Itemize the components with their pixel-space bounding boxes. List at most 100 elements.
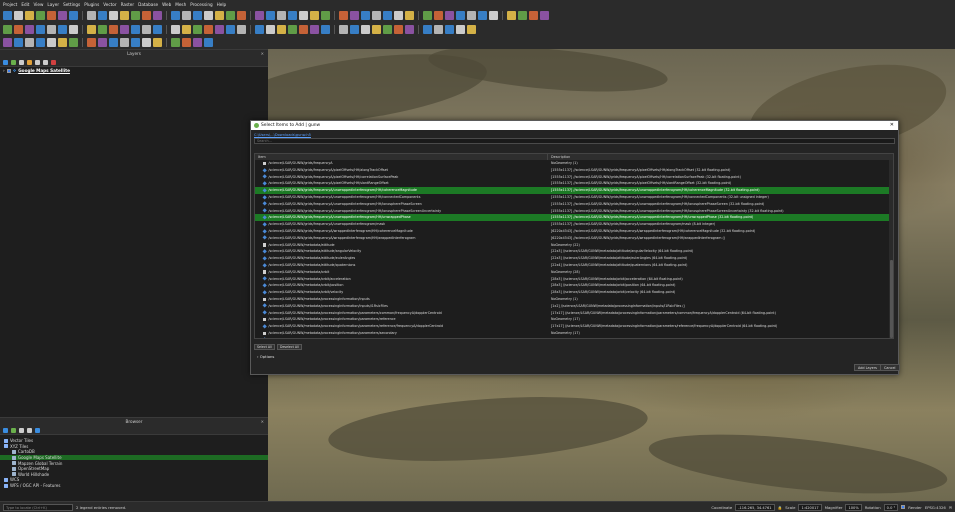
layer-visibility-checkbox[interactable]: [6, 68, 11, 73]
menu-web[interactable]: Web: [162, 2, 171, 7]
table-row[interactable]: /science/LSAR/GUNW/metadata/processingIn…: [255, 296, 893, 303]
deselect-all-button[interactable]: Deselect All: [277, 344, 302, 350]
zoom-in-icon[interactable]: [3, 38, 12, 47]
select-icon[interactable]: [456, 24, 465, 34]
messages-icon[interactable]: ✉: [949, 505, 952, 510]
zoom-in-icon[interactable]: [58, 10, 67, 20]
select-icon[interactable]: [109, 10, 118, 20]
table-row[interactable]: /science/LSAR/GUNW/grids/frequencyA/unwr…: [255, 214, 893, 222]
python-icon[interactable]: [182, 10, 191, 20]
menu-processing[interactable]: Processing: [190, 2, 212, 7]
table-row[interactable]: /science/LSAR/GUNW/metadata/attitude/ang…: [255, 248, 893, 255]
pan-icon[interactable]: [434, 10, 443, 20]
python-icon[interactable]: [142, 24, 151, 34]
measure-icon[interactable]: [288, 10, 297, 20]
new-project-icon[interactable]: [350, 24, 359, 34]
digitize-icon[interactable]: [87, 38, 96, 47]
open-project-icon[interactable]: [14, 10, 23, 20]
identify-icon[interactable]: [237, 24, 246, 34]
plugin-icon[interactable]: [321, 24, 330, 34]
pan-icon[interactable]: [182, 38, 191, 47]
table-row[interactable]: /science/LSAR/GUNW/metadata/attitude NoGe…: [255, 242, 893, 249]
refresh-icon[interactable]: [467, 24, 476, 34]
menu-database[interactable]: Database: [138, 2, 158, 7]
select-icon[interactable]: [47, 38, 56, 47]
digitize-icon[interactable]: [142, 10, 151, 20]
table-row[interactable]: /science/LSAR/GUNW/grids/frequencyA NoGeo…: [255, 160, 893, 167]
select-icon[interactable]: [266, 24, 275, 34]
cancel-button[interactable]: Cancel: [880, 364, 900, 371]
locator-search-input[interactable]: Type to locate (Ctrl+K): [3, 503, 73, 511]
table-row[interactable]: /science/LSAR/GUNW/grids/frequencyA/unwr…: [255, 221, 893, 228]
add-layer-icon[interactable]: [321, 10, 330, 20]
print-layout-icon[interactable]: [423, 10, 432, 20]
refresh-icon[interactable]: [507, 10, 516, 20]
print-layout-icon[interactable]: [36, 10, 45, 20]
zoom-out-icon[interactable]: [456, 10, 465, 20]
measure-icon[interactable]: [98, 10, 107, 20]
table-row[interactable]: /science/LSAR/GUNW/grids/frequencyA/wrap…: [255, 235, 893, 242]
identify-icon[interactable]: [47, 24, 56, 34]
select-icon[interactable]: [489, 10, 498, 20]
browser-item[interactable]: WFS / OGC API - Features: [0, 483, 268, 489]
zoom-out-icon[interactable]: [69, 10, 78, 20]
table-row[interactable]: /science/LSAR/GUNW/grids/frequencyA/unwr…: [255, 208, 893, 215]
measure-icon[interactable]: [255, 24, 264, 34]
scale-field[interactable]: 1:420017: [798, 503, 822, 511]
refresh-icon[interactable]: [58, 38, 67, 47]
print-layout-icon[interactable]: [193, 24, 202, 34]
table-row[interactable]: /science/LSAR/GUNW/metadata/orbit/positi…: [255, 282, 893, 289]
close-icon[interactable]: ✕: [261, 50, 264, 58]
table-row[interactable]: /science/LSAR/GUNW/metadata/orbit NoGeome…: [255, 269, 893, 276]
digitize-icon[interactable]: [529, 10, 538, 20]
new-project-icon[interactable]: [383, 10, 392, 20]
label-icon[interactable]: [310, 24, 319, 34]
manage-map-themes-icon[interactable]: [19, 59, 24, 65]
save-project-icon[interactable]: [25, 10, 34, 20]
close-icon[interactable]: ✕: [261, 418, 264, 426]
table-row[interactable]: /science/LSAR/GUNW/metadata/processingIn…: [255, 310, 893, 317]
label-icon[interactable]: [98, 38, 107, 47]
zoom-out-icon[interactable]: [204, 38, 213, 47]
label-icon[interactable]: [120, 24, 129, 34]
open-project-icon[interactable]: [361, 24, 370, 34]
zoom-in-icon[interactable]: [193, 38, 202, 47]
identify-icon[interactable]: [467, 10, 476, 20]
digitize-icon[interactable]: [339, 10, 348, 20]
measure-icon[interactable]: [58, 24, 67, 34]
refresh-icon[interactable]: [310, 10, 319, 20]
collapse-all-icon[interactable]: [27, 427, 32, 433]
identify-icon[interactable]: [87, 10, 96, 20]
select-icon[interactable]: [299, 10, 308, 20]
print-layout-icon[interactable]: [226, 10, 235, 20]
new-project-icon[interactable]: [153, 24, 162, 34]
add-layer-icon[interactable]: [3, 427, 8, 433]
menu-settings[interactable]: Settings: [63, 2, 80, 7]
pan-icon[interactable]: [204, 24, 213, 34]
identify-icon[interactable]: [434, 24, 443, 34]
dataset-path-link[interactable]: C:\Users\...\Downloads\gunw.h5: [251, 130, 898, 138]
table-row[interactable]: /science/LSAR/GUNW/metadata/attitude/eul…: [255, 255, 893, 262]
python-icon[interactable]: [372, 10, 381, 20]
add-layer-icon[interactable]: [288, 24, 297, 34]
refresh-icon[interactable]: [120, 10, 129, 20]
open-project-icon[interactable]: [142, 38, 151, 47]
measure-icon[interactable]: [478, 10, 487, 20]
table-row[interactable]: /science/LSAR/GUNW/metadata/orbit/veloci…: [255, 289, 893, 296]
save-project-icon[interactable]: [182, 24, 191, 34]
table-row[interactable]: /science/LSAR/GUNW/grids/frequencyA/wrap…: [255, 228, 893, 235]
zoom-in-icon[interactable]: [215, 24, 224, 34]
measure-icon[interactable]: [445, 24, 454, 34]
menu-vector[interactable]: Vector: [103, 2, 116, 7]
add-layer-icon[interactable]: [98, 24, 107, 34]
table-row[interactable]: /science/LSAR/GUNW/grids/frequencyA/pixe…: [255, 180, 893, 187]
open-project-icon[interactable]: [171, 24, 180, 34]
add-group-icon[interactable]: [11, 59, 16, 65]
label-icon[interactable]: [540, 10, 549, 20]
open-layer-styling-icon[interactable]: [3, 59, 8, 65]
expand-arrow-icon[interactable]: ›: [3, 68, 5, 73]
zoom-in-icon[interactable]: [445, 10, 454, 20]
select-icon[interactable]: [69, 24, 78, 34]
refresh-icon[interactable]: [11, 427, 16, 433]
zoom-out-icon[interactable]: [226, 24, 235, 34]
